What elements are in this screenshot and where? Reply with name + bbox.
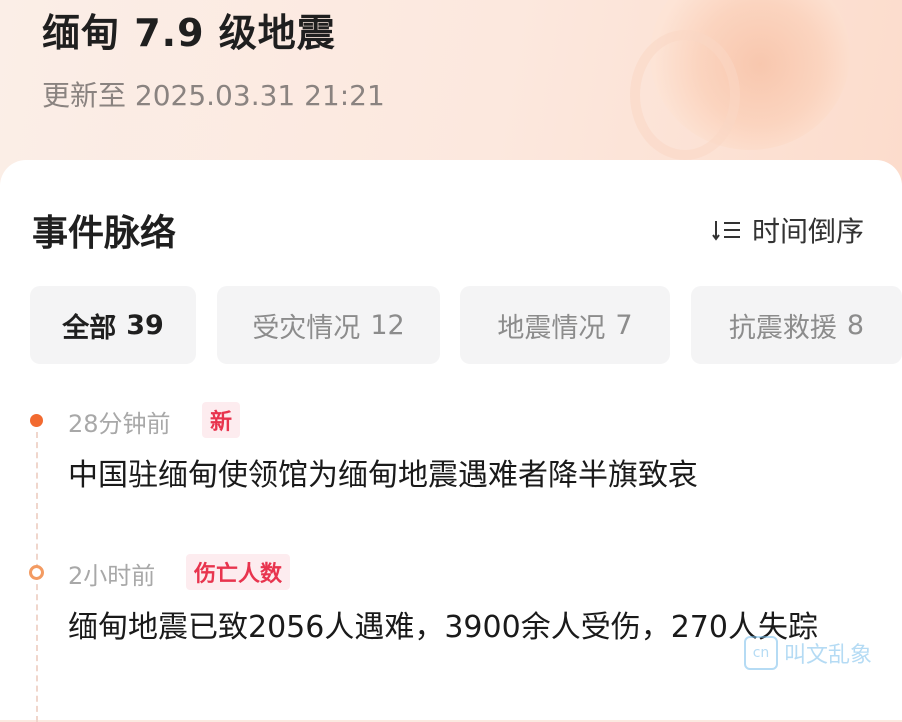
tab-count: 12 [370, 309, 405, 341]
tab-disaster-situation[interactable]: 受灾情况 12 [217, 286, 440, 364]
new-tag: 新 [202, 402, 241, 438]
timeline-headline[interactable]: 中国驻缅甸使领馆为缅甸地震遇难者降半旗致哀 [68, 451, 868, 501]
timeline-dot [30, 414, 43, 427]
timeline-headline[interactable]: 缅甸地震已致2056人遇难，3900余人受伤，270人失踪 [68, 603, 858, 653]
page-title: 缅甸 7.9 级地震 [42, 11, 336, 55]
item-time: 28分钟前 [68, 410, 171, 438]
tab-count: 8 [846, 309, 865, 341]
category-tabs: 全部 39 受灾情况 12 地震情况 7 抗震救援 8 [30, 286, 902, 364]
tab-count: 39 [126, 309, 164, 341]
timeline-dot [29, 565, 44, 580]
tab-label: 地震情况 [497, 312, 606, 344]
sort-label: 时间倒序 [751, 215, 864, 248]
tab-label: 抗震救援 [728, 312, 837, 344]
item-time: 2小时前 [68, 562, 156, 590]
sort-toggle[interactable]: 时间倒序 [712, 210, 864, 250]
update-timestamp: 更新至 2025.03.31 21:21 [42, 79, 385, 112]
sort-descending-icon [712, 221, 740, 241]
tab-rescue[interactable]: 抗震救援 8 [691, 286, 902, 364]
tab-earthquake-situation[interactable]: 地震情况 7 [460, 286, 670, 364]
section-title: 事件脉络 [32, 213, 177, 254]
tab-count: 7 [615, 309, 633, 341]
watermark-text: 叫文乱象 [784, 643, 873, 668]
decorative-ring [630, 30, 740, 160]
tab-label: 受灾情况 [252, 312, 361, 344]
casualty-tag: 伤亡人数 [186, 554, 291, 590]
tab-label: 全部 [62, 312, 117, 344]
tab-all[interactable]: 全部 39 [30, 286, 196, 364]
watermark-logo-icon: cn [744, 636, 778, 670]
watermark: cn 叫文乱象 [744, 636, 872, 670]
